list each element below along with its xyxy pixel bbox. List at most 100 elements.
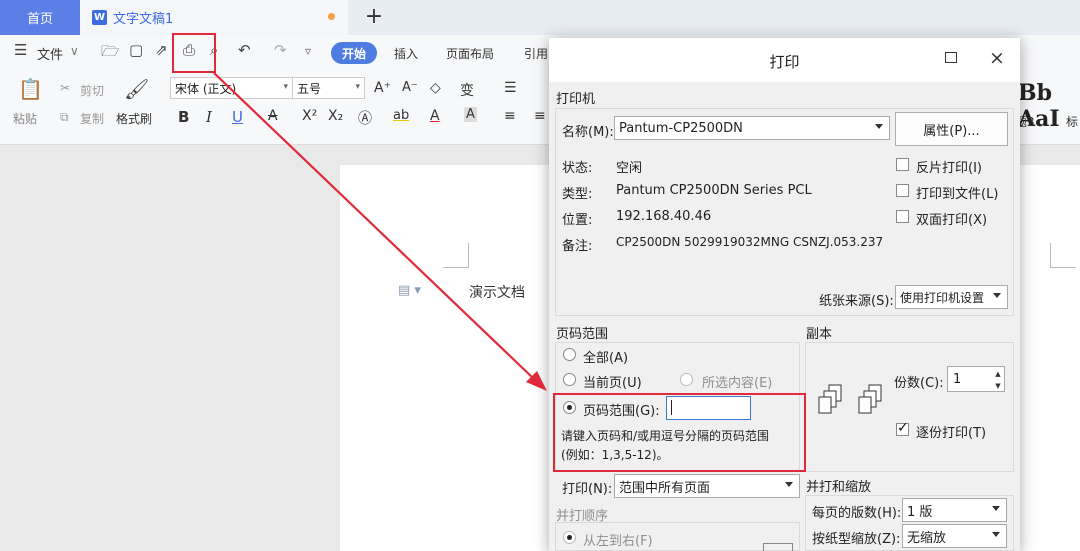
- reverse-print-label[interactable]: 反片打印(I): [916, 157, 982, 176]
- collate-pages-icon: [818, 384, 882, 414]
- undo-icon[interactable]: ↶: [238, 41, 251, 59]
- format-painter-label[interactable]: 格式刷: [116, 110, 152, 127]
- shrink-font-icon[interactable]: A⁻: [402, 80, 418, 95]
- cut-label[interactable]: 剪切: [80, 82, 104, 99]
- copy-label[interactable]: 复制: [80, 110, 104, 127]
- scale-select[interactable]: 无缩放: [902, 524, 1007, 548]
- redo-icon[interactable]: ↷: [274, 41, 287, 59]
- print-what-label: 打印(N):: [562, 482, 613, 497]
- print-icon-highlight: [172, 33, 216, 73]
- align-center-icon[interactable]: ≡: [534, 108, 546, 124]
- menu-insert[interactable]: 插入: [394, 45, 418, 62]
- page-range-section-label: 页码范围: [556, 327, 609, 342]
- copies-stepper[interactable]: 1 ▲ ▼: [947, 366, 1005, 392]
- font-name-value: 宋体 (正文): [175, 81, 237, 96]
- format-painter-icon[interactable]: 🖌: [124, 77, 149, 101]
- quick-access-dropdown-icon[interactable]: ▿: [305, 44, 311, 58]
- collate-checkbox[interactable]: [896, 420, 909, 436]
- export-icon[interactable]: ⇗: [155, 41, 168, 59]
- scale-value: 无缩放: [907, 530, 947, 546]
- font-size-value: 五号: [297, 81, 322, 96]
- close-icon[interactable]: ×: [989, 47, 1005, 69]
- font-name-select[interactable]: 宋体 (正文) ▾: [170, 77, 293, 99]
- decrement-icon[interactable]: ▼: [993, 380, 1003, 391]
- font-size-select[interactable]: 五号 ▾: [292, 77, 365, 99]
- chevron-down-icon: [993, 293, 1001, 298]
- properties-button[interactable]: 属性(P)...: [895, 112, 1008, 146]
- location-label: 位置:: [562, 213, 593, 228]
- chevron-down-icon: [992, 506, 1000, 511]
- char-shading-icon[interactable]: A: [464, 107, 477, 122]
- print-to-file-checkbox[interactable]: [896, 184, 909, 197]
- print-order-icon: [763, 543, 793, 551]
- style-label-2[interactable]: 标: [1066, 113, 1078, 130]
- phonetic-guide-icon[interactable]: 变: [460, 80, 474, 100]
- chevron-down-icon: ▾: [283, 82, 288, 92]
- paste-label[interactable]: 粘贴: [13, 110, 37, 127]
- left-to-right-radio[interactable]: [563, 531, 576, 544]
- save-icon[interactable]: ▢: [129, 41, 143, 59]
- all-pages-label[interactable]: 全部(A): [583, 347, 628, 366]
- copies-value: 1: [953, 371, 962, 387]
- bullet-list-icon[interactable]: ☰: [504, 80, 517, 96]
- superscript-icon[interactable]: X²: [302, 108, 317, 124]
- duplex-print-checkbox[interactable]: [896, 210, 909, 223]
- hamburger-menu-icon[interactable]: ☰: [14, 41, 27, 59]
- status-label: 状态:: [562, 161, 593, 176]
- unsaved-dot-icon: [328, 13, 335, 20]
- printer-section-label: 打印机: [556, 92, 596, 107]
- page-range-highlight: [553, 393, 806, 472]
- maximize-icon[interactable]: [945, 52, 957, 63]
- chevron-down-icon: [875, 124, 883, 129]
- bold-button[interactable]: B: [178, 108, 189, 126]
- tab-home[interactable]: 首页: [0, 0, 80, 35]
- current-page-radio[interactable]: [563, 373, 576, 386]
- subscript-icon[interactable]: X₂: [328, 108, 343, 124]
- align-left-icon[interactable]: ≡: [504, 108, 516, 124]
- merge-section-label: 并打和缩放: [806, 480, 872, 495]
- file-menu-chevron-icon[interactable]: ∨: [70, 44, 79, 58]
- selection-radio[interactable]: [680, 373, 693, 386]
- font-color-icon[interactable]: A: [430, 108, 440, 124]
- document-text[interactable]: 演示文档: [469, 282, 525, 302]
- file-menu[interactable]: 文件: [37, 44, 63, 63]
- print-to-file-label[interactable]: 打印到文件(L): [916, 183, 998, 202]
- left-to-right-label[interactable]: 从左到右(F): [583, 530, 653, 549]
- reverse-print-checkbox[interactable]: [896, 158, 909, 171]
- copy-icon[interactable]: ⧉: [60, 110, 69, 125]
- printer-name-value: Pantum-CP2500DN: [619, 120, 743, 136]
- menu-start[interactable]: 开始: [331, 42, 377, 64]
- type-value: Pantum CP2500DN Series PCL: [616, 183, 812, 198]
- underline-button[interactable]: U: [232, 108, 243, 126]
- menu-references[interactable]: 引用: [524, 45, 548, 62]
- new-tab-button[interactable]: +: [362, 2, 386, 32]
- italic-button[interactable]: I: [206, 108, 212, 126]
- paste-icon[interactable]: 📋: [18, 77, 43, 101]
- tab-document[interactable]: W 文字文稿1: [80, 0, 348, 35]
- cut-icon[interactable]: ✂: [60, 81, 70, 95]
- grow-font-icon[interactable]: A⁺: [374, 80, 391, 96]
- comment-value: CP2500DN 5029919032MNG CSNZJ.053.237: [616, 235, 884, 249]
- text-effect-icon[interactable]: Ⓐ: [358, 108, 372, 128]
- strikethrough-icon[interactable]: A: [268, 108, 278, 124]
- print-what-select[interactable]: 范围中所有页面: [614, 474, 800, 498]
- collate-label[interactable]: 逐份打印(T): [916, 422, 986, 441]
- type-label: 类型:: [562, 187, 593, 202]
- selection-label[interactable]: 所选内容(E): [702, 372, 772, 391]
- paper-source-select[interactable]: 使用打印机设置: [895, 285, 1008, 309]
- menu-page-layout[interactable]: 页面布局: [446, 45, 494, 62]
- chevron-down-icon: [992, 532, 1000, 537]
- printer-name-select[interactable]: Pantum-CP2500DN: [614, 116, 890, 140]
- copies-label: 份数(C):: [894, 376, 944, 391]
- increment-icon[interactable]: ▲: [993, 368, 1003, 379]
- clear-format-icon[interactable]: ◇: [430, 80, 441, 96]
- duplex-print-label[interactable]: 双面打印(X): [916, 209, 987, 228]
- all-pages-radio[interactable]: [563, 348, 576, 361]
- pages-per-sheet-select[interactable]: 1 版: [902, 498, 1007, 522]
- current-page-label[interactable]: 当前页(U): [583, 372, 642, 391]
- paragraph-handle-icon[interactable]: ▤ ▾: [398, 283, 421, 298]
- open-folder-icon[interactable]: 🗁: [101, 41, 120, 66]
- wps-writer-icon: W: [92, 10, 107, 25]
- highlight-color-icon[interactable]: ab: [393, 108, 409, 123]
- copies-section-label: 副本: [806, 327, 833, 342]
